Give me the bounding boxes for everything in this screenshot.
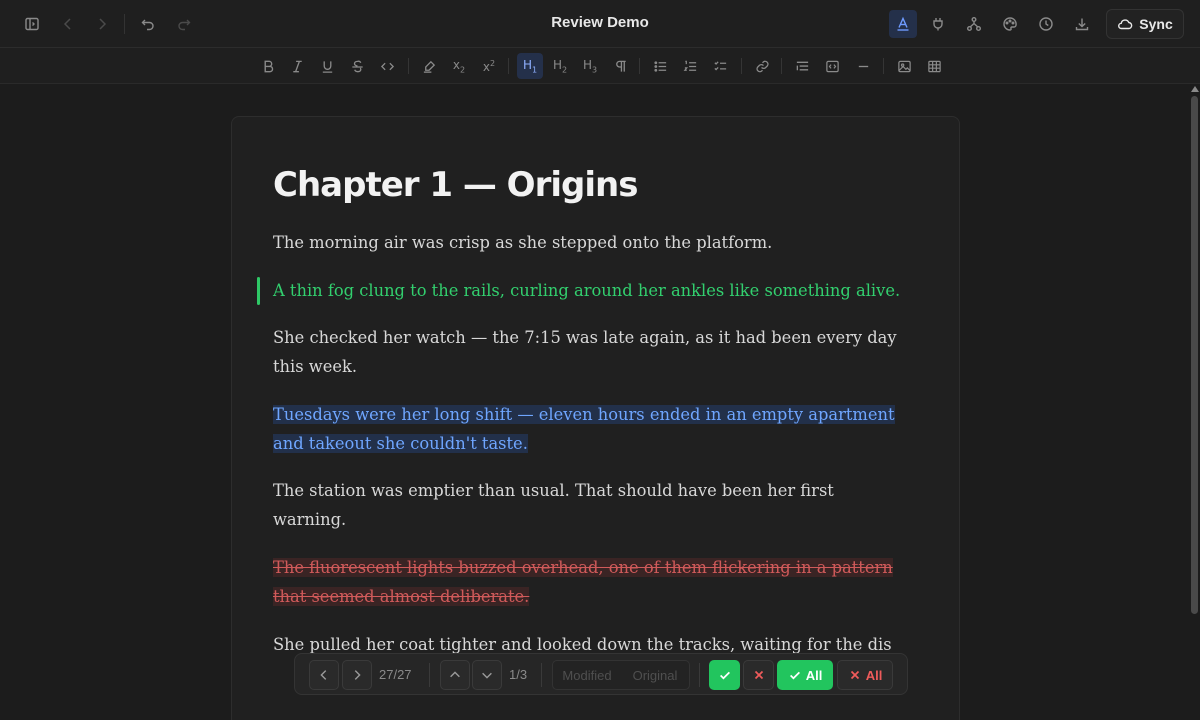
heading1-icon[interactable]: H1: [517, 53, 543, 79]
paragraph[interactable]: She checked her watch — the 7:15 was lat…: [273, 323, 913, 381]
track-changes-icon[interactable]: [889, 10, 917, 38]
cloud-icon: [1118, 19, 1133, 30]
view-modified-tab[interactable]: Modified: [553, 661, 621, 689]
close-icon: [850, 670, 859, 680]
next-change-button[interactable]: [342, 660, 372, 690]
code-icon[interactable]: [374, 53, 400, 79]
close-icon: [754, 670, 763, 680]
numbered-list-icon[interactable]: [677, 53, 703, 79]
paragraph-text: The station was emptier than usual. That…: [273, 481, 834, 529]
prev-change-button[interactable]: [309, 660, 339, 690]
scrollbar-thumb[interactable]: [1191, 96, 1198, 614]
paragraph-icon[interactable]: [607, 53, 633, 79]
reject-all-label: All: [865, 667, 883, 683]
accept-all-button[interactable]: All: [777, 660, 833, 690]
change-counter: 27/27: [379, 667, 412, 682]
plugin-icon[interactable]: [926, 12, 950, 36]
check-icon: [719, 671, 730, 680]
chevron-right-icon: [354, 670, 361, 680]
download-icon[interactable]: [1070, 12, 1094, 36]
paragraph-text: She checked her watch — the 7:15 was lat…: [273, 328, 897, 376]
bold-icon[interactable]: [255, 53, 281, 79]
heading3-icon[interactable]: H3: [577, 53, 603, 79]
document-title[interactable]: Chapter 1 — Origins: [273, 165, 638, 205]
sync-label: Sync: [1139, 16, 1173, 32]
highlight-icon[interactable]: [416, 53, 442, 79]
paragraph-text: The fluorescent lights buzzed overhead, …: [273, 558, 893, 606]
forward-icon[interactable]: [90, 12, 114, 36]
redo-icon[interactable]: [172, 12, 196, 36]
view-original-tab[interactable]: Original: [621, 661, 689, 689]
paragraph-text: A thin fog clung to the rails, curling a…: [273, 281, 901, 300]
view-mode-toggle: Modified Original: [552, 660, 690, 690]
paragraph[interactable]: The station was emptier than usual. That…: [273, 476, 893, 534]
paragraph-text: She pulled her coat tighter and looked d…: [273, 635, 892, 654]
chevron-up-icon: [450, 671, 460, 678]
accept-all-label: All: [805, 667, 823, 683]
check-icon: [789, 671, 800, 680]
link-icon[interactable]: [749, 53, 775, 79]
strikethrough-icon[interactable]: [344, 53, 370, 79]
block-counter: 1/3: [509, 667, 528, 682]
code-block-icon[interactable]: [819, 53, 845, 79]
paragraph-modified[interactable]: Tuesdays were her long shift — eleven ho…: [273, 400, 913, 458]
document-page: Chapter 1 — Origins The morning air was …: [231, 116, 960, 720]
back-icon[interactable]: [56, 12, 80, 36]
paragraph-deleted[interactable]: The fluorescent lights buzzed overhead, …: [273, 553, 913, 611]
title-bar: Review Demo Sync: [0, 0, 1200, 48]
undo-icon[interactable]: [136, 12, 160, 36]
bullet-list-icon[interactable]: [647, 53, 673, 79]
change-indicator-added: [257, 277, 260, 305]
chevron-down-icon: [482, 672, 492, 679]
paragraph-added[interactable]: A thin fog clung to the rails, curling a…: [273, 276, 913, 305]
next-block-button[interactable]: [472, 660, 502, 690]
reject-all-button[interactable]: All: [837, 660, 893, 690]
scroll-up-arrow[interactable]: [1191, 86, 1199, 92]
superscript-icon[interactable]: x2: [476, 53, 502, 79]
paragraph-text: The morning air was crisp as she stepped…: [273, 233, 773, 252]
sync-button[interactable]: Sync: [1106, 9, 1184, 39]
review-toolbar: 27/27 1/3 Modified Original All All: [294, 653, 908, 695]
format-toolbar: x2 x2 H1 H2 H3: [0, 48, 1200, 84]
history-icon[interactable]: [1034, 12, 1058, 36]
branches-icon[interactable]: [962, 12, 986, 36]
heading2-icon[interactable]: H2: [547, 53, 573, 79]
prev-block-button[interactable]: [440, 660, 470, 690]
underline-icon[interactable]: [314, 53, 340, 79]
paragraph[interactable]: The morning air was crisp as she stepped…: [273, 228, 913, 257]
table-icon[interactable]: [921, 53, 947, 79]
horizontal-rule-icon[interactable]: [850, 53, 876, 79]
blockquote-icon[interactable]: [789, 53, 815, 79]
palette-icon[interactable]: [998, 12, 1022, 36]
task-list-icon[interactable]: [707, 53, 733, 79]
image-icon[interactable]: [891, 53, 917, 79]
reject-change-button[interactable]: [743, 660, 774, 690]
italic-icon[interactable]: [284, 53, 310, 79]
paragraph-text: Tuesdays were her long shift — eleven ho…: [273, 405, 895, 453]
chevron-left-icon: [320, 670, 327, 680]
subscript-icon[interactable]: x2: [446, 53, 472, 79]
accept-change-button[interactable]: [709, 660, 740, 690]
sidebar-toggle-icon[interactable]: [20, 12, 44, 36]
